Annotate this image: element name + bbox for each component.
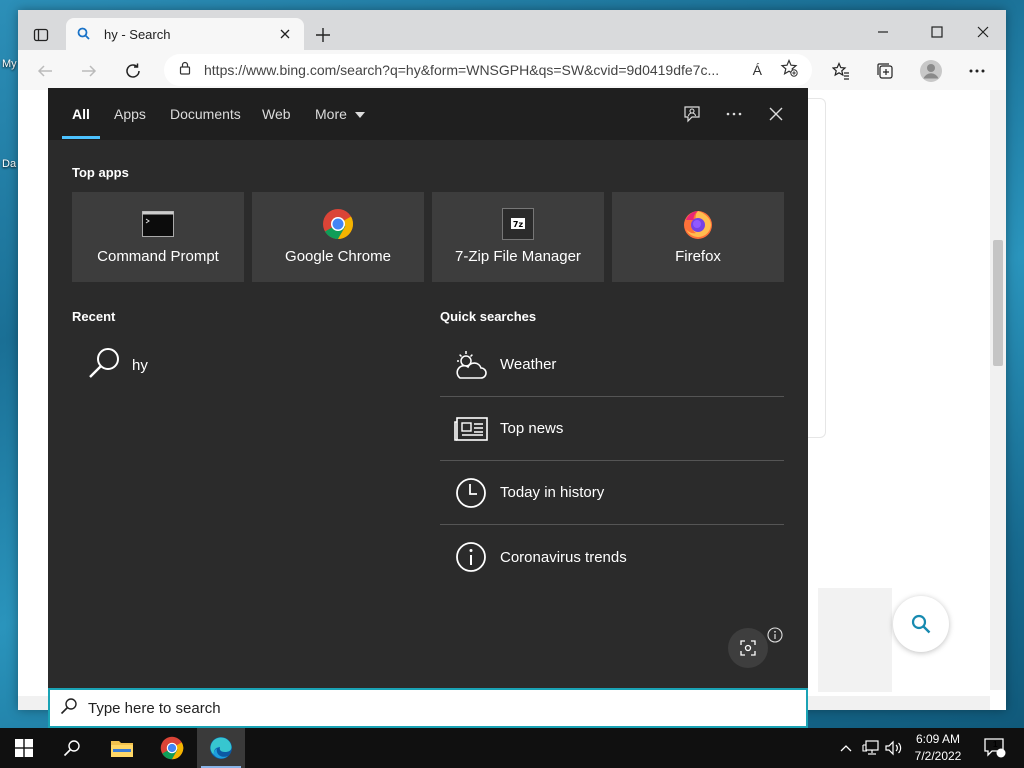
app-label: 7-Zip File Manager [455,248,581,265]
clock-icon [454,476,488,510]
chevron-up-icon [840,745,852,752]
read-aloud-icon[interactable]: Á [753,62,762,78]
quick-search-label: Top news [500,420,564,437]
close-tab-icon[interactable] [276,25,294,43]
app-firefox[interactable]: Firefox [612,192,784,282]
app-google-chrome[interactable]: Google Chrome [252,192,424,282]
more-options-icon[interactable] [722,102,746,126]
taskbar: 6:09 AM 7/2/2022 1 [0,728,1024,768]
taskbar-search-box[interactable]: Type here to search [48,688,808,728]
bing-search-button[interactable] [893,596,949,652]
browser-titlebar: hy - Search [18,10,1006,50]
feedback-icon[interactable] [680,102,704,126]
back-button[interactable] [30,56,60,86]
tab-title: hy - Search [104,26,171,42]
quick-search-label: Weather [500,356,557,373]
results-block [818,588,892,692]
scrollbar-thumb[interactable] [993,240,1003,366]
search-tabs-bar: All Apps Documents Web More [48,88,808,140]
favorites-button[interactable] [826,56,856,86]
show-hidden-icons-button[interactable] [836,728,856,768]
windows-logo-icon [15,739,33,757]
settings-more-button[interactable] [962,56,992,86]
tab-apps[interactable]: Apps [114,106,146,122]
close-panel-icon[interactable] [764,102,788,126]
command-prompt-icon [142,208,174,240]
quick-search-today-in-history[interactable]: Today in history [440,461,784,525]
tab-more[interactable]: More [315,106,365,122]
recent-heading: Recent [72,309,116,324]
app-label: Google Chrome [285,248,391,265]
chevron-down-icon [354,112,365,119]
desktop-icon-label-my[interactable]: My [2,58,17,70]
close-window-button[interactable] [960,18,1006,46]
svg-text:7z: 7z [513,220,524,229]
tab-web[interactable]: Web [262,106,291,122]
top-apps-heading: Top apps [72,165,129,180]
maximize-button[interactable] [914,18,960,46]
address-bar[interactable]: https://www.bing.com/search?q=hy&form=WN… [164,54,812,86]
profile-avatar[interactable] [916,56,946,86]
news-icon [454,412,488,446]
folder-icon [111,741,133,757]
search-icon [63,740,80,757]
vertical-scrollbar[interactable] [990,90,1006,690]
search-icon [60,697,78,720]
quick-searches-heading: Quick searches [440,309,537,324]
forward-button[interactable] [74,56,104,86]
file-explorer-button[interactable] [98,728,146,768]
tab-all[interactable]: All [72,106,90,122]
tab-more-label: More [315,106,347,122]
seven-zip-icon: 7z [502,208,534,240]
network-icon[interactable] [860,728,882,768]
edge-icon [210,737,232,759]
system-clock[interactable]: 6:09 AM 7/2/2022 [900,731,976,765]
active-tab-indicator [62,136,100,139]
tab-actions-icon[interactable] [28,22,54,48]
info-icon [454,540,488,574]
minimize-button[interactable] [860,18,906,46]
notification-count-badge: 1 [993,740,998,749]
app-label: Firefox [675,248,721,265]
taskbar-search-button[interactable] [48,728,96,768]
refresh-button[interactable] [118,56,148,86]
chrome-icon [322,208,354,240]
search-placeholder[interactable]: Type here to search [88,700,221,717]
new-tab-button[interactable] [310,22,336,48]
search-icon [88,346,122,385]
collections-button[interactable] [870,56,900,86]
edge-taskbar-button[interactable] [197,728,245,768]
app-command-prompt[interactable]: Command Prompt [72,192,244,282]
lock-icon[interactable] [178,61,192,80]
browser-tab[interactable]: hy - Search [66,18,304,50]
tab-documents[interactable]: Documents [170,106,241,122]
clock-time: 6:09 AM [915,732,961,746]
app-7zip-file-manager[interactable]: 7z 7-Zip File Manager [432,192,604,282]
clock-date: 7/2/2022 [914,749,962,763]
quick-search-weather[interactable]: Weather [440,333,784,397]
quick-search-top-news[interactable]: Top news [440,397,784,461]
firefox-icon [682,208,714,240]
url-text[interactable]: https://www.bing.com/search?q=hy&form=WN… [204,62,743,78]
chrome-taskbar-button[interactable] [148,728,196,768]
start-search-panel: All Apps Documents Web More Top apps Com… [48,88,808,688]
start-button[interactable] [0,728,48,768]
app-label: Command Prompt [97,248,219,265]
chrome-icon [160,736,184,760]
panel-info-icon[interactable] [766,626,784,644]
visual-search-icon[interactable] [728,628,768,668]
search-favicon-icon [76,26,92,42]
action-center-button[interactable]: 1 [980,728,1010,768]
add-favorite-icon[interactable] [780,58,798,82]
recent-search-hy[interactable]: hy [88,346,148,385]
weather-icon [454,348,488,382]
quick-search-label: Today in history [500,484,605,501]
browser-toolbar: https://www.bing.com/search?q=hy&form=WN… [18,50,1006,90]
quick-search-coronavirus-trends[interactable]: Coronavirus trends [440,525,784,589]
quick-search-label: Coronavirus trends [500,548,627,566]
desktop-icon-label-da[interactable]: Da [2,158,16,170]
recent-label: hy [132,356,148,374]
